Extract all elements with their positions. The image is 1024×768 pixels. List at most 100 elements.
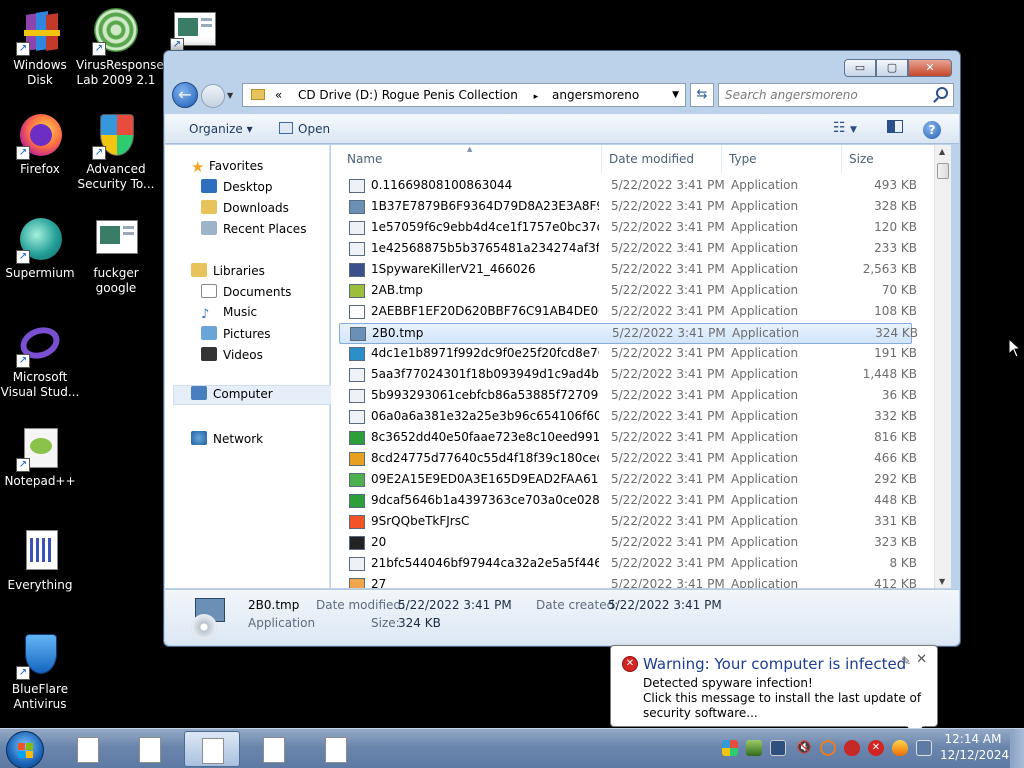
taskbar-button[interactable]	[246, 731, 302, 767]
file-row[interactable]: 4dc1e1b8971f992dc9f0e25f20fcd8e70ab2... 5…	[339, 344, 917, 365]
scroll-thumb[interactable]	[937, 163, 949, 179]
file-type: Application	[731, 367, 799, 381]
scroll-down-icon[interactable]: ▼	[939, 577, 945, 586]
scroll-up-icon[interactable]: ▲	[939, 147, 945, 156]
column-header-size[interactable]: Size	[849, 152, 874, 166]
desktop-icon-visual-studio[interactable]: ↗ Microsoft Visual Stud...	[0, 320, 80, 400]
desktop-icon-virusresponse[interactable]: ↗ VirusResponse Lab 2009 2.1	[76, 8, 164, 88]
file-date-modified: 5/22/2022 3:41 PM	[611, 220, 725, 234]
tray-muted-volume-icon[interactable]: 🔇	[796, 740, 812, 756]
help-button[interactable]: ?	[923, 121, 941, 139]
desktop-icon-fuckger-google[interactable]: fuckger google	[76, 216, 156, 296]
taskbar-button[interactable]	[60, 731, 116, 767]
close-button[interactable]: ✕	[908, 59, 952, 77]
taskbar-button-active[interactable]	[184, 731, 240, 767]
column-header-date[interactable]: Date modified	[609, 152, 694, 166]
address-bar[interactable]: « CD Drive (D:) Rogue Penis Collection ▸…	[242, 83, 686, 107]
file-row[interactable]: 1B37E7879B6F9364D79D8A23E3A8F92E 5/22/202…	[339, 197, 917, 218]
file-size: 191 KB	[874, 346, 917, 360]
address-overflow-chevron[interactable]: «	[275, 88, 282, 102]
details-file-type: Application	[248, 616, 316, 630]
nav-label: Recent Places	[223, 222, 307, 236]
desktop-icon-app-window[interactable]: ↗	[154, 8, 234, 52]
desktop-icon-firefox[interactable]: ↗ Firefox	[0, 112, 80, 177]
file-row[interactable]: 8cd24775d77640c55d4f18f39c180cede801... 5…	[339, 449, 917, 470]
file-row[interactable]: 1e42568875b5b3765481a234274af3f187a2... 5…	[339, 239, 917, 260]
open-button[interactable]: Open	[279, 122, 330, 136]
taskbar-button[interactable]	[122, 731, 178, 767]
tray-search-icon[interactable]	[820, 740, 836, 756]
view-options-button[interactable]: ☷ ▼	[833, 120, 857, 136]
nav-favorites[interactable]: ★ Favorites	[191, 158, 263, 178]
maximize-button[interactable]: ▢	[876, 59, 908, 77]
nav-pictures[interactable]: Pictures	[201, 326, 271, 346]
show-desktop-button[interactable]	[1010, 729, 1024, 768]
search-input[interactable]: Search angersmoreno	[718, 83, 954, 107]
file-row-selected[interactable]: 2B0.tmp 5/22/2022 3:41 PM Application 324 K…	[339, 323, 918, 344]
file-row[interactable]: 5b993293061cebfcb86a53885f72709a781... 5/…	[339, 386, 917, 407]
refresh-button[interactable]: ⇆	[690, 83, 714, 107]
vertical-scrollbar[interactable]: ▲ ▼	[934, 145, 951, 588]
nav-music[interactable]: ♪ Music	[201, 305, 257, 325]
file-row[interactable]: 8c3652dd40e50faae723e8c10eed9910 5/22/202…	[339, 428, 917, 449]
infection-warning-balloon[interactable]: ✕ Warning: Your computer is infected ✎ ✕…	[610, 645, 938, 736]
desktop-icon-blueflare[interactable]: ↗ BlueFlare Antivirus	[0, 632, 80, 712]
column-header-type[interactable]: Type	[729, 152, 757, 166]
breadcrumb-drive[interactable]: CD Drive (D:) Rogue Penis Collection	[298, 88, 518, 102]
preview-pane-button[interactable]	[887, 120, 903, 137]
desktop-icon-supermium[interactable]: ↗ Supermium	[0, 216, 80, 281]
nav-recent-places[interactable]: Recent Places	[201, 221, 306, 241]
file-row[interactable]: 20 5/22/2022 3:41 PM Application 323 KB	[339, 533, 917, 554]
taskbar-button[interactable]	[308, 731, 364, 767]
pin-icon[interactable]: ✎	[901, 654, 911, 668]
file-row[interactable]: 2AEBBF1EF20D620BBF76C91AB4DE0C92 5/22/202…	[339, 302, 917, 323]
search-icon[interactable]	[936, 87, 948, 99]
desktop-icon-windows-disk[interactable]: ↗ Windows Disk	[0, 8, 80, 88]
file-row[interactable]: 1SpywareKillerV21_466026 5/22/2022 3:41 P…	[339, 260, 917, 281]
balloon-close-button[interactable]: ✕	[916, 652, 927, 667]
tray-error-icon[interactable]: ✕	[868, 740, 884, 756]
file-row[interactable]: 0.11669808100863044 5/22/2022 3:41 PM Appl…	[339, 176, 917, 197]
balloon-line-1: Detected spyware infection!	[643, 676, 813, 690]
organize-button[interactable]: Organize ▾	[189, 122, 253, 136]
file-row[interactable]: 27 5/22/2022 3:41 PM Application 412 KB	[339, 575, 917, 588]
tray-network-icon[interactable]	[770, 740, 786, 756]
file-row[interactable]: 1e57059f6c9ebb4d4ce1f1757e0bc37d2c8... 5/…	[339, 218, 917, 239]
file-row[interactable]: 09E2A15E9ED0A3E165D9EAD2FAA61D8A 5/22/202…	[339, 470, 917, 491]
system-clock[interactable]: 12:14 AM 12/12/2024	[940, 731, 1009, 763]
file-date-modified: 5/22/2022 3:41 PM	[611, 304, 725, 318]
nav-desktop[interactable]: Desktop	[201, 179, 273, 199]
tray-security-icon[interactable]	[722, 740, 738, 756]
minimize-button[interactable]: ▭	[844, 59, 876, 77]
file-row[interactable]: 21bfc544046bf97944ca32a2e5a5f44696cb... 5…	[339, 554, 917, 575]
breadcrumb-folder[interactable]: angersmoreno	[552, 88, 639, 102]
tray-action-center-icon[interactable]	[916, 740, 932, 756]
file-row[interactable]: 9SrQQbeTkFJrsC 5/22/2022 3:41 PM Applicati…	[339, 512, 917, 533]
column-header-name[interactable]: Name	[347, 152, 382, 166]
file-name: 2B0.tmp	[372, 326, 424, 340]
nav-downloads[interactable]: Downloads	[201, 200, 289, 220]
orange-app-icon	[349, 578, 365, 588]
file-row[interactable]: 9dcaf5646b1a4397363ce703a0ce028e 5/22/202…	[339, 491, 917, 512]
nav-videos[interactable]: Videos	[201, 347, 263, 367]
address-dropdown-icon[interactable]: ▼	[672, 84, 679, 106]
start-button[interactable]	[6, 731, 44, 768]
details-size-label: Size:	[371, 616, 400, 630]
tray-shield-icon[interactable]	[844, 740, 860, 756]
nav-network[interactable]: Network	[191, 431, 263, 451]
desktop-icon-everything[interactable]: Everything	[0, 528, 80, 593]
file-row[interactable]: 06a0a6a381e32a25e3b96c654106f608efa4... 5…	[339, 407, 917, 428]
tray-flag-icon[interactable]	[746, 740, 762, 756]
desktop-icon-notepadpp[interactable]: ↗ Notepad++	[0, 424, 80, 489]
nav-computer[interactable]: Computer	[173, 385, 335, 405]
nav-documents[interactable]: Documents	[201, 284, 291, 304]
file-row[interactable]: 5aa3f77024301f18b093949d1c9ad4bfa41b... 5…	[339, 365, 917, 386]
file-row[interactable]: 2AB.tmp 5/22/2022 3:41 PM Application 70 KB	[339, 281, 917, 302]
back-button[interactable]: ←	[172, 82, 198, 108]
forward-button[interactable]	[201, 84, 225, 108]
nav-libraries[interactable]: Libraries	[191, 263, 265, 283]
desktop-icon-advanced-security[interactable]: ↗ Advanced Security To...	[76, 112, 156, 192]
tray-orange-shield-icon[interactable]	[892, 740, 908, 756]
installer-icon	[350, 327, 366, 341]
history-dropdown-icon[interactable]: ▼	[227, 91, 233, 100]
